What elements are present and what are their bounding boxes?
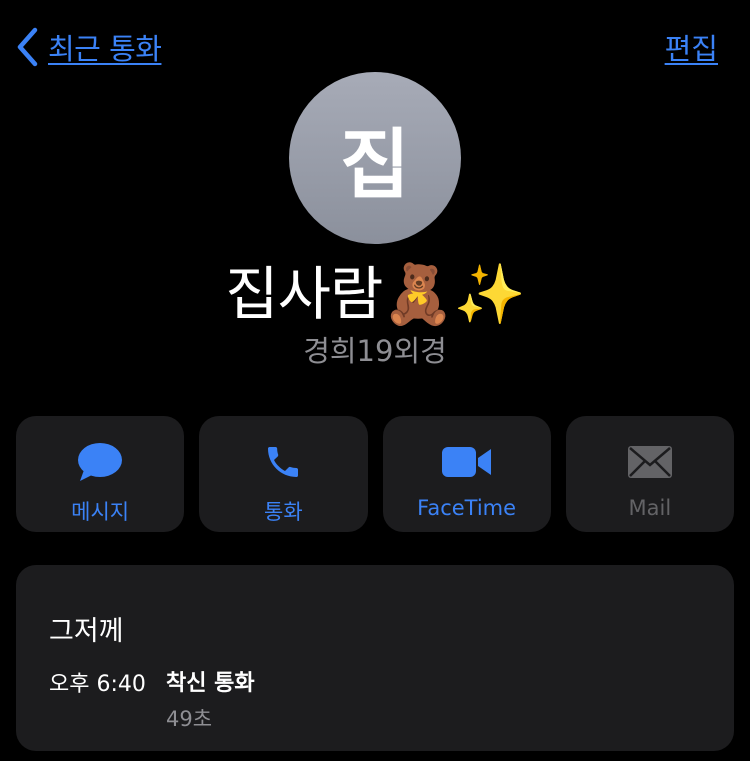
call-history-card: 그저께 오후 6:40 착신 통화 49초 <box>16 565 734 751</box>
mail-envelope-icon <box>627 440 673 484</box>
edit-button[interactable]: 편집 <box>665 26 718 68</box>
mail-button[interactable]: Mail <box>565 416 734 532</box>
message-button-label: 메시지 <box>71 500 130 524</box>
facetime-button[interactable]: FaceTime <box>382 416 551 532</box>
phone-icon <box>263 440 303 484</box>
message-bubble-icon <box>77 440 123 484</box>
avatar: 집 <box>289 72 461 244</box>
message-button[interactable]: 메시지 <box>16 416 185 532</box>
call-history-time: 오후 6:40 <box>49 672 146 697</box>
call-button-label: 통화 <box>264 500 303 524</box>
call-button[interactable]: 통화 <box>199 416 368 532</box>
mail-button-label: Mail <box>628 496 672 520</box>
back-button[interactable]: 최근 통화 <box>16 26 162 68</box>
call-history-duration: 49초 <box>166 707 213 731</box>
avatar-initial: 집 <box>340 120 410 209</box>
contact-name: 집사람🧸✨ <box>225 260 526 328</box>
call-history-date: 그저께 <box>49 616 124 647</box>
contact-subtitle: 경희19외경 <box>303 334 447 368</box>
back-button-label: 최근 통화 <box>48 32 162 66</box>
chevron-left-icon <box>16 27 38 67</box>
facetime-button-label: FaceTime <box>417 496 517 520</box>
video-camera-icon <box>441 440 493 484</box>
call-history-type: 착신 통화 <box>166 671 255 696</box>
action-bar: 메시지 통화 FaceTime Mail <box>16 416 734 532</box>
